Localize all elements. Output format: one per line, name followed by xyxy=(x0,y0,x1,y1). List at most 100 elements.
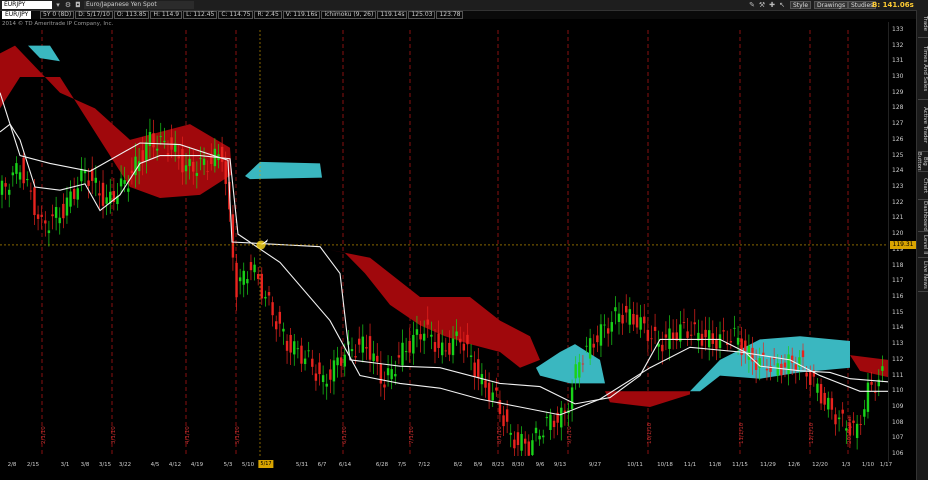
candle xyxy=(498,390,502,423)
link-icon[interactable]: ◘ xyxy=(74,1,82,9)
side-tab-big-buttons[interactable]: Big Buttons xyxy=(918,152,928,172)
candle xyxy=(837,410,841,432)
candle xyxy=(484,369,487,398)
ohlc-open: O: 113.85 xyxy=(113,11,150,19)
candle xyxy=(397,341,401,365)
candle xyxy=(289,327,292,366)
candle xyxy=(556,406,559,436)
candle xyxy=(386,355,390,387)
month-marker-label: 4/1/10 xyxy=(185,426,191,444)
candle xyxy=(303,350,307,371)
ohlc-date: D: 5/17/10 xyxy=(75,11,113,19)
candle xyxy=(722,317,725,340)
candle xyxy=(350,337,354,358)
side-tab-times-and-sales[interactable]: Times And Sales xyxy=(918,38,928,100)
time-tick-label: 4/19 xyxy=(190,462,204,468)
candle xyxy=(527,434,530,456)
settings-icon[interactable]: ⚙ xyxy=(64,1,72,9)
month-marker-label: 8/1/10 xyxy=(497,426,503,444)
candle xyxy=(599,314,603,357)
candle xyxy=(689,321,693,346)
candle xyxy=(112,178,116,211)
candle xyxy=(646,317,650,353)
dropdown-arrow-icon[interactable]: ▾ xyxy=(54,1,62,9)
chart-info-bar: EUR/JPY 5Y 0 (8D) D: 5/17/10 O: 113.85 H: 1… xyxy=(0,11,916,19)
candle xyxy=(109,178,112,214)
candle xyxy=(596,325,599,353)
candle xyxy=(11,165,15,187)
symbol-input[interactable]: EURJPY xyxy=(2,1,52,9)
candle xyxy=(639,304,642,338)
study-value-1: 119.14s xyxy=(377,11,408,19)
price-tick-label: 126 xyxy=(892,135,904,143)
candle xyxy=(491,382,494,408)
candle xyxy=(675,319,678,350)
side-tab-trade[interactable]: Trade xyxy=(918,10,928,38)
price-tick-label: 112 xyxy=(892,355,904,363)
side-tab-dashboard[interactable]: Dashboard xyxy=(918,200,928,232)
candle xyxy=(682,308,686,329)
side-tab-chart[interactable]: Chart xyxy=(918,172,928,200)
price-tick-label: 109 xyxy=(892,403,904,410)
time-tick-label: 4/5 xyxy=(150,462,160,468)
side-tab-live-news[interactable]: Live News xyxy=(918,258,928,292)
price-tick-label: 131 xyxy=(892,57,904,65)
candle xyxy=(621,303,624,335)
drawing-tools-icon[interactable]: ✎ xyxy=(748,1,756,9)
candle xyxy=(242,262,245,298)
wrench-icon[interactable]: ⚒ xyxy=(758,1,766,9)
time-tick-label: 7/5 xyxy=(397,462,407,468)
candle xyxy=(253,257,256,281)
time-tick-label: 3/1 xyxy=(60,462,70,468)
candle xyxy=(401,329,404,372)
side-tab-level-ii[interactable]: Level II xyxy=(918,232,928,258)
pair-label[interactable]: EUR/JPY xyxy=(2,11,32,19)
cursor-date-badge: 5/17 xyxy=(258,460,274,468)
candle xyxy=(4,177,7,200)
candle xyxy=(715,326,718,361)
candle xyxy=(271,296,274,327)
month-marker-label: 2/1/10 xyxy=(41,426,47,444)
candle xyxy=(311,349,314,376)
time-axis[interactable]: 2/8 2/15 3/1 3/8 3/15 3/22 4/5 4/12 4/19 5/3 5/10 5… xyxy=(0,458,892,480)
ichimoku-cloud-bullish xyxy=(28,45,60,62)
candle xyxy=(859,414,862,435)
candle xyxy=(487,372,491,409)
ohlc-period: 5Y 0 (8D) xyxy=(40,11,75,19)
price-tick-label: 132 xyxy=(892,41,904,49)
candle xyxy=(314,364,318,391)
candle xyxy=(339,346,343,378)
candle xyxy=(830,391,834,420)
candle xyxy=(8,183,11,208)
price-tick-label: 122 xyxy=(892,198,904,206)
candle xyxy=(40,205,43,230)
candle xyxy=(329,359,332,394)
price-axis[interactable]: 133 132 131 130 129 128 127 126 125 124 123 122 121 1… xyxy=(888,22,917,462)
time-tick-label: 5/10 xyxy=(241,462,255,468)
style-button[interactable]: Style xyxy=(790,1,812,9)
month-marker-label: 10/1/10 xyxy=(647,422,653,444)
crosshair-icon[interactable]: ✚ xyxy=(768,1,776,9)
time-tick-label: 11/1 xyxy=(683,462,697,468)
price-tick-label: 130 xyxy=(892,73,904,80)
candle xyxy=(855,415,859,450)
drawings-button[interactable]: Drawings xyxy=(814,1,849,9)
candle xyxy=(54,196,58,231)
candle xyxy=(15,156,18,184)
candle xyxy=(726,330,729,352)
chart-canvas[interactable]: 2/1/10 3/1/10 4/1/10 5/1/10 6/1/10 7/1/10 8/1/… xyxy=(0,30,888,456)
time-tick-label: 3/15 xyxy=(98,462,112,468)
time-tick-label: 8/30 xyxy=(511,462,525,468)
side-tab-active-trader[interactable]: Active Trader xyxy=(918,100,928,152)
candle xyxy=(632,301,635,332)
candle xyxy=(603,314,606,338)
candle xyxy=(625,294,628,323)
time-tick-label: 4/12 xyxy=(168,462,182,468)
price-chart[interactable]: 2/1/10 3/1/10 4/1/10 5/1/10 6/1/10 7/1/10 8/1/… xyxy=(0,30,888,456)
candle xyxy=(477,348,480,391)
study-name[interactable]: ichimoku (9, 26) xyxy=(321,11,377,19)
candle xyxy=(404,337,408,361)
candle xyxy=(29,182,33,200)
time-tick-label: 1/17 xyxy=(879,462,893,468)
cursor-icon[interactable]: ↖ xyxy=(778,1,786,9)
